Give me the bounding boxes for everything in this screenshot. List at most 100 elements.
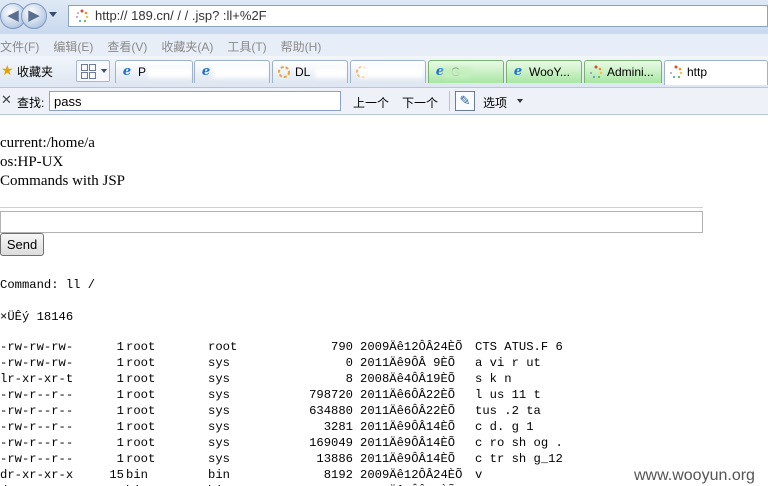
listing-row: -rw-rw-rw- 1 root sys 0 2011Äê9ÔÂ 9ÈÕ a vi r u… (0, 356, 768, 372)
find-next-button[interactable]: 下一个 (402, 94, 438, 111)
listing-row: -rw-rw-rw- 1 root root 790 2009Äê12ÔÂ24ÈÕ CTS … (0, 340, 768, 356)
listing-row: -rw-r--r-- 1 root sys 169049 2011Äê9ÔÂ14ÈÕ c r… (0, 436, 768, 452)
listing-group: sys (208, 436, 230, 450)
listing-group: sys (208, 420, 230, 434)
listing-name: v (475, 468, 483, 482)
tab-5[interactable]: e G (428, 60, 504, 83)
ie-icon: e (122, 64, 132, 79)
listing-group: sys (208, 404, 230, 418)
listing-date: 2011Äê6ÔÂ22ÈÕ (360, 388, 456, 402)
menu-file[interactable]: 文件(F) (0, 34, 39, 55)
listing-row: -rw-r--r-- 1 root sys 634880 2011Äê6ÔÂ22ÈÕ tu… (0, 404, 768, 420)
listing-date: 2011Äê9ÔÂ 9ÈÕ (360, 356, 456, 370)
highlight-icon[interactable]: ✎ (455, 91, 475, 111)
listing-owner: root (126, 340, 156, 354)
listing-owner: root (126, 388, 156, 402)
listing-name: c tr sh g_12 (475, 452, 563, 466)
find-options-button[interactable]: 选项 (483, 94, 507, 111)
tab-2[interactable]: e (194, 60, 270, 83)
quick-tabs-button[interactable] (76, 60, 110, 82)
listing-name: c d. g 1 (475, 420, 534, 434)
listing-links: 1 (116, 452, 124, 466)
listing-links: 1 (116, 436, 124, 450)
listing-row: -rw-r--r-- 1 root sys 13886 2011Äê9ÔÂ14ÈÕ c tr… (0, 452, 768, 468)
listing-owner: root (126, 372, 156, 386)
redaction (98, 137, 384, 150)
menu-help[interactable]: 帮助(H) (281, 34, 322, 55)
listing-date: 2008Äê4ÔÂ19ÈÕ (360, 372, 456, 386)
address-bar[interactable]: http:// 189.cn/ / / .jsp? :ll+%2F (68, 5, 768, 27)
page-content: current:/home/a os:HP-UX Commands with J… (0, 115, 768, 486)
url-text[interactable]: http:// 189.cn/ / / .jsp? :ll+%2F (95, 8, 267, 23)
tab-active[interactable]: http (664, 60, 768, 85)
loading-icon (670, 65, 683, 79)
listing-name: l us 11 t (475, 388, 541, 402)
tab-label: DL (295, 65, 311, 79)
listing-owner: root (126, 404, 156, 418)
redaction (315, 68, 347, 78)
total-line: ×ÜÊý 18146 (0, 310, 74, 324)
listing-owner: root (126, 356, 156, 370)
listing-name: s k n (475, 372, 512, 386)
tab-4[interactable] (350, 60, 426, 83)
watermark: www.wooyun.org (634, 467, 755, 484)
browser-window: ◀ ▶ http:// 189.cn/ / / .jsp? :ll+%2F 文件… (0, 0, 768, 486)
send-button[interactable]: Send (0, 233, 44, 256)
listing-links: 15 (109, 468, 124, 482)
ie-icon: e (201, 64, 211, 79)
listing-size: 13886 (316, 452, 353, 466)
listing-size: 798720 (309, 388, 353, 402)
listing-name: CTS ATUS.F 6 (475, 340, 563, 354)
redaction (148, 68, 192, 78)
tab-admin[interactable]: Admini... (584, 60, 662, 83)
listing-links: 1 (116, 420, 124, 434)
tab-wooyun[interactable]: e WooY... (506, 60, 582, 83)
listing-size: 634880 (309, 404, 353, 418)
listing-perm: dr-xr-xr-x (0, 468, 74, 482)
menu-favorites[interactable]: 收藏夹(A) (161, 34, 213, 55)
navigation-bar: ◀ ▶ http:// 189.cn/ / / .jsp? :ll+%2F (0, 0, 768, 34)
listing-owner: root (126, 420, 156, 434)
tab-label: P (138, 65, 147, 79)
favorites-button[interactable]: 收藏夹 (17, 63, 53, 80)
loading-icon (76, 9, 89, 23)
command-input[interactable] (0, 211, 703, 233)
listing-date: 2011Äê9ÔÂ14ÈÕ (360, 452, 456, 466)
divider (0, 207, 703, 208)
grid-icon (89, 64, 96, 71)
forward-button[interactable]: ▶ (21, 3, 47, 29)
listing-group: sys (208, 356, 230, 370)
find-input[interactable] (49, 91, 341, 111)
listing-size: 790 (331, 340, 353, 354)
redaction (213, 67, 269, 78)
page-heading: Commands with JSP (0, 173, 126, 189)
listing-size: 0 (345, 356, 353, 370)
listing-size: 8 (345, 372, 353, 386)
redaction (359, 66, 423, 78)
listing-links: 1 (116, 340, 124, 354)
listing-links: 1 (116, 404, 124, 418)
chevron-down-icon (101, 69, 107, 73)
listing-perm: -rw-r--r-- (0, 404, 74, 418)
menu-edit[interactable]: 编辑(E) (53, 34, 93, 55)
listing-group: bin (208, 468, 230, 482)
current-path-text: current:/home/a (0, 135, 95, 151)
listing-size: 8192 (323, 468, 353, 482)
menu-tools[interactable]: 工具(T) (227, 34, 266, 55)
menu-view[interactable]: 查看(V) (107, 34, 147, 55)
listing-perm: -rw-r--r-- (0, 420, 74, 434)
os-info: os:HP-UX (0, 154, 64, 170)
close-icon[interactable]: ✕ (1, 93, 12, 107)
listing-perm: -rw-rw-rw- (0, 340, 74, 354)
listing-perm: -rw-rw-rw- (0, 356, 74, 370)
listing-date: 2011Äê9ÔÂ14ÈÕ (360, 420, 456, 434)
listing-perm: -rw-r--r-- (0, 452, 74, 466)
listing-owner: bin (126, 468, 148, 482)
history-dropdown-icon[interactable] (49, 12, 57, 17)
chevron-down-icon[interactable] (517, 99, 523, 103)
grid-icon (89, 72, 96, 79)
tab-3[interactable]: DL (272, 60, 348, 83)
listing-links: 1 (116, 388, 124, 402)
find-previous-button[interactable]: 上一个 (353, 94, 389, 111)
tab-1[interactable]: e P (115, 60, 193, 83)
